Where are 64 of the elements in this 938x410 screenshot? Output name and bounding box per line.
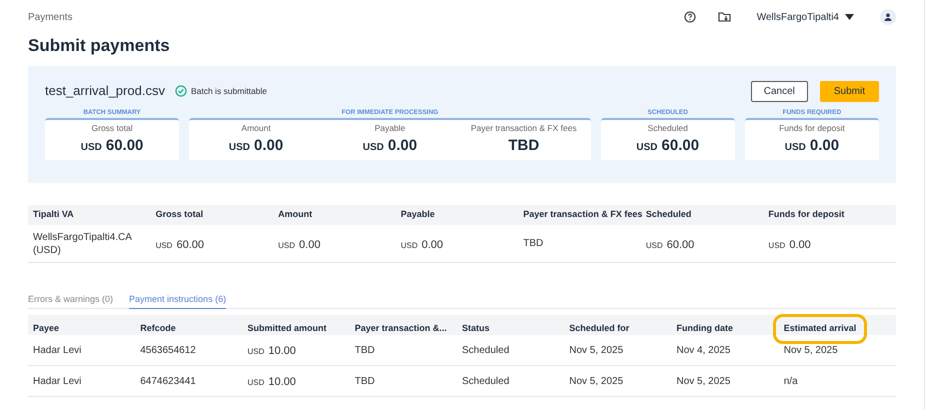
table-cell-text: Scheduled: [462, 344, 510, 358]
column-header: Status: [462, 323, 490, 333]
column-header: Funds for deposit: [768, 208, 846, 222]
account-dropdown[interactable]: WellsFargoTipalti4: [756, 10, 854, 24]
table-cell-text: Nov 5, 2025: [569, 344, 624, 358]
table-cell-text: 6474623441: [140, 374, 197, 388]
table-cell-text: 4563654612: [140, 344, 197, 358]
amount: USD 10.00: [248, 376, 296, 388]
batch-status: Batch is submittable: [190, 84, 268, 98]
column-header: Refcode: [140, 323, 176, 333]
column-header: Payer transaction &...: [354, 323, 447, 333]
table-cell-text: TBD: [523, 237, 544, 250]
table-cell-text: Nov 5, 2025: [676, 374, 732, 388]
table-cell-text: TBD: [354, 374, 376, 388]
column-header: Payer transaction & FX fees: [523, 208, 644, 222]
column-header: Scheduled: [646, 208, 692, 222]
column-header: Tipalti VA: [33, 208, 75, 222]
tab[interactable]: Errors & warnings (0): [28, 289, 114, 309]
column-header: Payable: [400, 208, 436, 222]
column-header: Payee: [33, 323, 60, 333]
table-cell-text: Nov 4, 2025: [676, 344, 732, 358]
folder-icon[interactable]: [718, 11, 731, 23]
metric-label: Amount: [241, 122, 271, 136]
amount: USD 0.00: [400, 238, 444, 250]
metric-label: Payer transaction & FX fees: [470, 122, 577, 136]
metric-label: Funds for deposit: [779, 122, 845, 136]
amount: USD 0.00: [768, 238, 811, 250]
column-header: Amount: [278, 208, 314, 222]
table-cell-text: Nov 5, 2025: [784, 344, 839, 358]
page-title: Submit payments: [27, 35, 171, 57]
amount: USD 10.00: [248, 345, 296, 357]
breadcrumb[interactable]: Payments: [28, 10, 72, 24]
column-header: Scheduled for: [569, 323, 630, 333]
amount: USD 0.00: [362, 136, 418, 156]
tab[interactable]: Payment instructions (6): [129, 289, 226, 309]
submit-button[interactable]: Submit: [820, 80, 879, 102]
amount: USD 0.00: [228, 136, 284, 156]
table-cell-text: Hadar Levi: [33, 344, 82, 358]
cancel-button[interactable]: Cancel: [750, 80, 808, 102]
amount: USD 0.00: [278, 238, 320, 250]
table-cell-text: TBD: [354, 344, 376, 358]
metric-label: Gross total: [92, 122, 133, 136]
table-cell-text: n/a: [784, 374, 799, 388]
amount: USD 60.00: [646, 238, 694, 250]
help-icon[interactable]: [684, 11, 696, 23]
column-header: Funding date: [676, 323, 733, 333]
metric-label: Scheduled: [648, 122, 688, 136]
amount: USD 0.00: [784, 136, 840, 156]
table-cell-text: Hadar Levi: [33, 374, 82, 388]
caret-icon: [845, 14, 854, 20]
amount: USD 60.00: [156, 238, 204, 250]
column-header: Gross total: [156, 208, 204, 222]
column-header: Submitted amount: [248, 323, 326, 333]
metric-label: Payable: [374, 122, 406, 136]
file-name: test_arrival_prod.csv: [45, 82, 165, 100]
table-cell-text: Scheduled: [462, 374, 510, 388]
column-header: Estimated arrival: [772, 314, 868, 344]
amount: USD 60.00: [636, 136, 700, 156]
check-circle-icon: [174, 85, 187, 97]
user-avatar-icon[interactable]: [880, 9, 896, 25]
amount: USD 60.00: [80, 136, 144, 156]
amount: TBD: [508, 136, 540, 156]
table-cell-text: Nov 5, 2025: [569, 374, 624, 388]
table-cell-text: WellsFargoTipalti4.CA (USD): [33, 230, 133, 256]
